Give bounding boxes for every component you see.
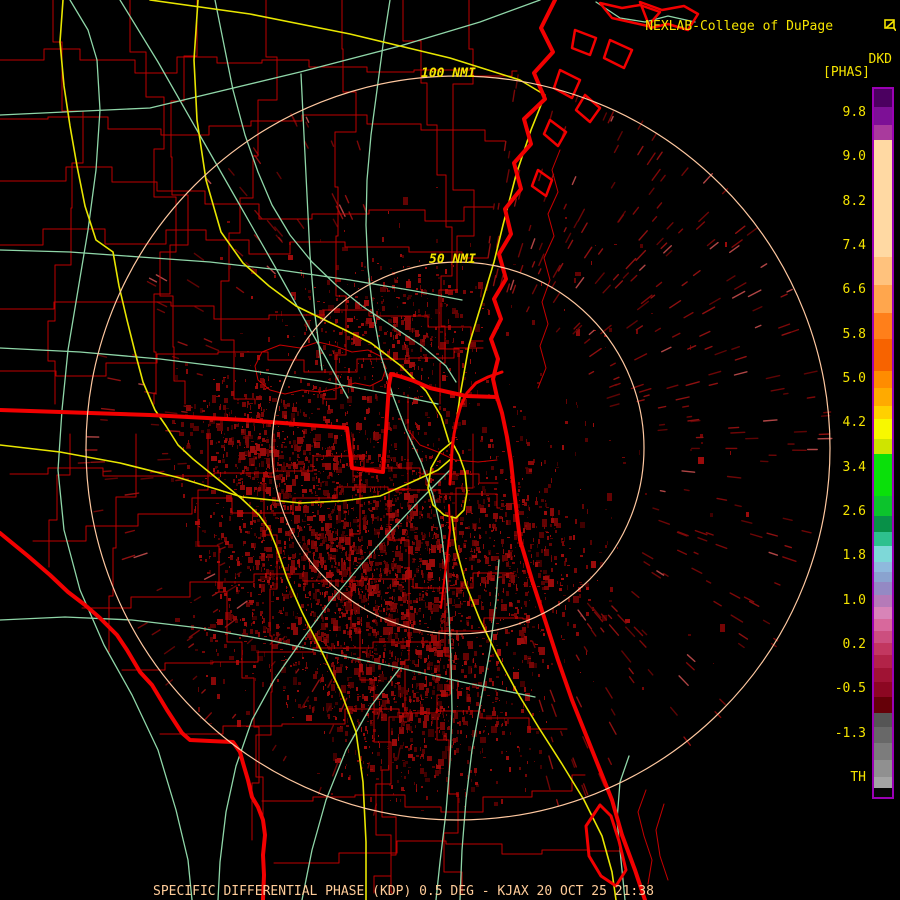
- colorbar-band: [874, 572, 892, 582]
- colorbar-tick-label: 9.8: [842, 105, 866, 120]
- colorbar-tick-label: 2.6: [842, 503, 866, 519]
- colorbar-tick-label: 4.2: [842, 415, 866, 431]
- colorbar-band: [874, 655, 892, 668]
- station-title: NEXLAB-College of DuPage: [645, 19, 834, 34]
- colorbar-tick-label: TH: [850, 769, 866, 785]
- colorbar-tick-label: 9.0: [842, 149, 866, 165]
- colorbar-band: [874, 439, 892, 454]
- range-ring-100nmi: [85, 75, 831, 821]
- colorbar-band: [874, 89, 892, 107]
- colorbar-band: [874, 285, 892, 313]
- colorbar-band: [874, 496, 892, 516]
- radar-map: [0, 0, 833, 900]
- barrier-island: [552, 68, 582, 100]
- colorbar-band: [874, 546, 892, 562]
- colorbar-band: [874, 713, 892, 727]
- barrier-island: [570, 28, 598, 57]
- colorbar-band: [874, 743, 892, 760]
- interstate-highway: [59, 0, 367, 900]
- colorbar-band: [874, 516, 892, 532]
- range-ring-label-100nmi: 100 NMI: [421, 66, 476, 81]
- colorbar-tick-label: 0.2: [842, 636, 866, 652]
- colorbar-band: [874, 760, 892, 777]
- colorbar-band: [874, 595, 892, 607]
- colorbar-band: [874, 125, 892, 140]
- colorbar-band: [874, 582, 892, 595]
- colorbar-band: [874, 339, 892, 371]
- colorbar-tick-label: 1.8: [842, 548, 866, 564]
- units-label: [PHAS]: [823, 65, 870, 80]
- colorbar-band: [874, 257, 892, 285]
- colorbar-tick-label: 8.2: [842, 193, 866, 209]
- colorbar-tick-label: 6.6: [842, 282, 866, 298]
- colorbar-tick-label: 1.0: [842, 592, 866, 608]
- colorbar-band: [874, 668, 892, 682]
- radar-echo-speckles: [182, 187, 725, 807]
- barrier-island: [530, 168, 554, 198]
- station-flag-icon: [837, 6, 897, 47]
- colorbar-band: [874, 727, 892, 743]
- colorbar-tick-label: 5.8: [842, 326, 866, 342]
- colorbar-band: [874, 562, 892, 572]
- colorbar-band: [874, 388, 892, 406]
- radar-echo-speckles: [172, 197, 691, 795]
- colorbar: [872, 87, 894, 799]
- colorbar-band: [874, 107, 892, 125]
- interstate-highway: [451, 517, 617, 900]
- atlantic-coastline: [489, 0, 647, 900]
- colorbar-tick-label: -0.5: [834, 681, 866, 697]
- colorbar-band: [874, 682, 892, 697]
- okefenokee-boundary: [254, 341, 387, 395]
- colorbar-band: [874, 643, 892, 655]
- colorbar-band: [874, 419, 892, 439]
- colorbar-tick-label: 5.0: [842, 370, 866, 386]
- colorbar-band: [874, 697, 892, 713]
- colorbar-tick-label: -1.3: [834, 725, 866, 741]
- colorbar-band: [874, 371, 892, 388]
- product-code-label: DKD: [868, 52, 892, 67]
- colorbar-band: [874, 454, 892, 496]
- barrier-island: [542, 118, 568, 148]
- colorbar-band: [874, 140, 892, 257]
- colorbar-band: [874, 788, 892, 797]
- colorbar-tick-label: 3.4: [842, 459, 866, 475]
- barrier-island: [602, 38, 634, 70]
- colorbar-band: [874, 607, 892, 619]
- range-ring-label-50nmi: 50 NMI: [429, 252, 476, 267]
- colorbar-tick-label: 7.4: [842, 237, 866, 253]
- lagoon-marsh-lines: [637, 789, 669, 885]
- colorbar-band: [874, 313, 892, 339]
- status-bar-text: SPECIFIC DIFFERENTIAL PHASE (KDP) 0.5 DE…: [153, 884, 654, 899]
- colorbar-band: [874, 619, 892, 631]
- station-title-bar: NEXLAB-College of DuPage: [645, 6, 897, 47]
- colorbar-band: [874, 777, 892, 788]
- coastal-lagoon: [584, 803, 628, 888]
- colorbar-band: [874, 532, 892, 546]
- radar-display: NEXLAB-College of DuPage DKD [PHAS] 100 …: [0, 0, 900, 900]
- colorbar-band: [874, 406, 892, 419]
- colorbar-band: [874, 631, 892, 643]
